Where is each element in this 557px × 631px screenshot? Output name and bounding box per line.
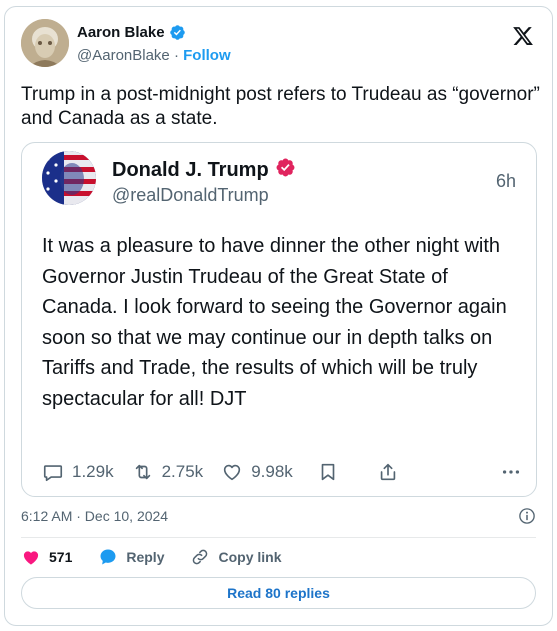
copy-link-button[interactable]: Copy link — [190, 547, 282, 567]
x-logo-icon[interactable] — [512, 25, 534, 47]
embedded-post-text: It was a pleasure to have dinner the oth… — [42, 235, 507, 410]
reply-button[interactable]: Reply — [98, 547, 164, 567]
divider — [21, 537, 536, 538]
author-name[interactable]: Aaron Blake — [77, 24, 165, 41]
repost-icon — [135, 464, 150, 480]
tweet-timestamp[interactable]: 6:12 AM · Dec 10, 2024 — [21, 508, 168, 524]
comment-icon — [43, 465, 63, 482]
heart-icon — [23, 551, 39, 565]
share-action[interactable] — [377, 461, 399, 483]
bookmark-icon — [321, 463, 335, 481]
embedded-author-name[interactable]: Donald J. Trump — [112, 159, 269, 182]
like-action[interactable]: 9.98k — [221, 461, 293, 483]
like-button[interactable]: 571 — [21, 547, 72, 567]
embedded-post-time[interactable]: 6h — [496, 171, 516, 192]
author-handle-row: @AaronBlake · Follow — [77, 47, 231, 64]
embedded-post[interactable]: Donald J. Trump @realDonaldTrump 6h It w… — [21, 142, 537, 497]
reply-bubble-icon — [100, 549, 116, 565]
comment-count: 1.29k — [72, 462, 114, 481]
repost-action[interactable]: 2.75k — [132, 461, 204, 483]
verified-badge-icon — [169, 24, 186, 41]
bookmark-action[interactable] — [317, 461, 339, 483]
tweet-text: Trump in a post-midnight post refers to … — [21, 84, 540, 129]
reply-label: Reply — [126, 549, 165, 565]
tweet-card: Aaron Blake @AaronBlake · Follow Trump i… — [4, 6, 553, 626]
share-icon — [380, 463, 396, 481]
repost-count: 2.75k — [161, 462, 204, 481]
read-replies-button[interactable]: Read 80 replies — [21, 577, 536, 609]
embedded-author-name-row[interactable]: Donald J. Trump — [112, 157, 296, 184]
like-count: 9.98k — [251, 462, 293, 481]
like-count: 571 — [49, 549, 73, 565]
verified-badge-icon — [275, 157, 296, 184]
more-action[interactable] — [500, 461, 522, 483]
more-icon — [502, 470, 520, 474]
copy-link-label: Copy link — [218, 549, 282, 565]
author-avatar[interactable] — [21, 19, 69, 67]
link-icon — [193, 549, 208, 565]
embedded-author-handle[interactable]: @realDonaldTrump — [112, 185, 269, 206]
footer-actions: 571 Reply Copy link — [21, 547, 308, 567]
embedded-author-avatar[interactable] — [42, 151, 96, 205]
author-name-row[interactable]: Aaron Blake — [77, 24, 186, 41]
follow-button[interactable]: Follow — [183, 47, 231, 64]
comment-action[interactable]: 1.29k — [42, 461, 114, 483]
heart-icon — [224, 464, 241, 481]
info-icon[interactable] — [518, 507, 536, 525]
separator: · — [173, 47, 179, 64]
author-handle[interactable]: @AaronBlake — [77, 47, 170, 64]
embedded-post-actions: 1.29k 2.75k 9.98k — [42, 459, 522, 485]
